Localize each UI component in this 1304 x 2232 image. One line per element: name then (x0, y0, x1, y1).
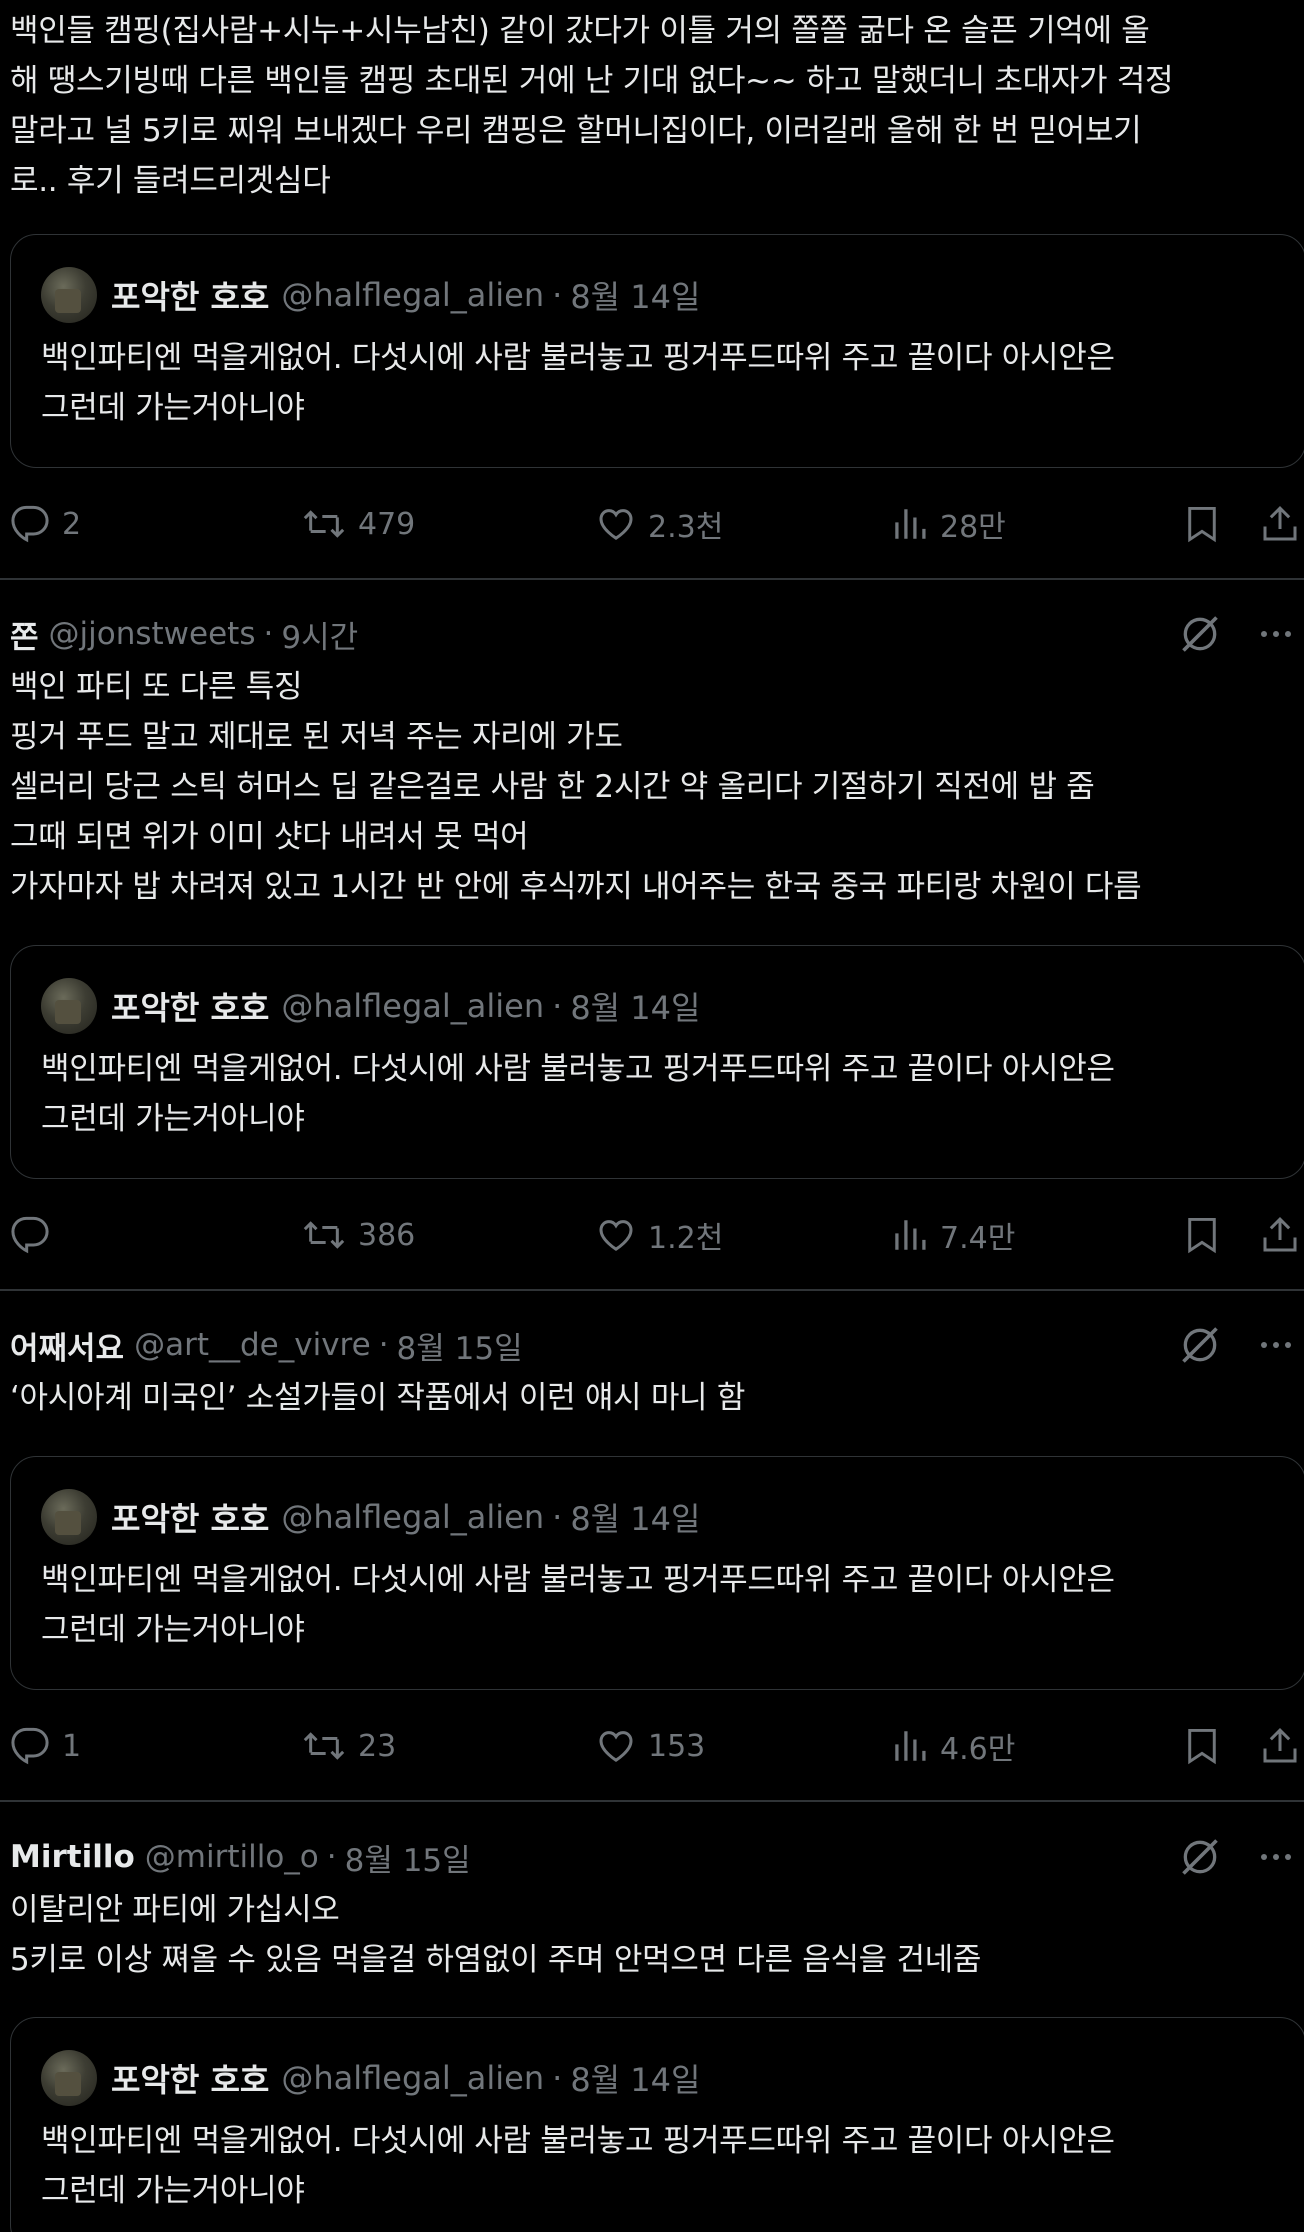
reply-icon (10, 504, 50, 544)
quoted-post[interactable]: 포악한 호호 @halflegal_alien · 8월 14일 백인파티엔 먹… (10, 234, 1304, 468)
post-text: 백인 파티 또 다른 특징 핑거 푸드 말고 제대로 된 저녁 주는 자리에 가… (10, 669, 1142, 905)
quoted-post[interactable]: 포악한 호호 @halflegal_alien · 8월 14일 백인파티엔 먹… (10, 945, 1304, 1179)
repost-button[interactable]: 479 (302, 494, 415, 554)
reply-button[interactable]: 1 (10, 1716, 81, 1776)
repost-button[interactable]: 386 (302, 1205, 415, 1265)
quoted-timestamp[interactable]: 8월 14일 (570, 983, 700, 1029)
reply-icon (10, 1215, 50, 1255)
more-icon[interactable] (1258, 614, 1294, 654)
avatar[interactable] (41, 978, 97, 1034)
quoted-text: 백인파티엔 먹을게없어. 다섯시에 사람 불러놓고 핑거푸드따위 주고 끝이다 … (41, 2123, 1115, 2209)
quoted-author-handle[interactable]: @halflegal_alien (281, 987, 544, 1025)
more-icon[interactable] (1258, 1837, 1294, 1877)
share-button[interactable] (1260, 1205, 1300, 1265)
bookmark-icon (1184, 504, 1220, 544)
views-button[interactable]: 28만 (892, 494, 1006, 554)
like-icon (596, 1726, 636, 1766)
author-handle[interactable]: @jjonstweets (49, 616, 256, 652)
retweet-icon (302, 504, 346, 544)
post-header: Mirtillo @mirtillo_o · 8월 15일 (10, 1832, 1294, 1882)
quoted-author-name[interactable]: 포악한 호호 (111, 272, 269, 318)
share-icon (1260, 1726, 1300, 1766)
share-button[interactable] (1260, 1716, 1300, 1776)
quoted-timestamp[interactable]: 8월 14일 (570, 2055, 700, 2101)
post-header: 쫀 @jjonstweets · 9시간 (10, 609, 1294, 659)
author-handle[interactable]: @art__de_vivre (134, 1327, 371, 1363)
quoted-post[interactable]: 포악한 호호 @halflegal_alien · 8월 14일 백인파티엔 먹… (10, 2017, 1304, 2232)
timestamp[interactable]: 8월 15일 (397, 1323, 523, 1368)
action-bar: 386 1.2천 7.4만 (0, 1205, 1304, 1265)
action-bar: 2 479 2.3천 28만 (0, 494, 1304, 554)
post-text: 백인들 캠핑(집사람+시누+시누남친) 같이 갔다가 이틀 거의 쫄쫄 굶다 온… (10, 13, 1174, 199)
like-count: 2.3천 (648, 510, 724, 545)
quoted-timestamp[interactable]: 8월 14일 (570, 1494, 700, 1540)
quoted-author-name[interactable]: 포악한 호호 (111, 983, 269, 1029)
bookmark-button[interactable] (1184, 1205, 1220, 1265)
like-icon (596, 504, 636, 544)
share-icon (1260, 504, 1300, 544)
repost-count: 386 (358, 1217, 416, 1253)
divider (0, 1800, 1304, 1802)
quoted-timestamp[interactable]: 8월 14일 (570, 272, 700, 318)
quoted-post[interactable]: 포악한 호호 @halflegal_alien · 8월 14일 백인파티엔 먹… (10, 1456, 1304, 1690)
bookmark-icon (1184, 1215, 1220, 1255)
reply-count: 2 (62, 506, 82, 542)
reply-count: 1 (62, 1728, 82, 1764)
views-icon (892, 1726, 928, 1766)
author-name[interactable]: Mirtillo (10, 1839, 135, 1875)
views-count: 7.4만 (940, 1221, 1016, 1256)
bookmark-button[interactable] (1184, 1716, 1220, 1776)
more-icon[interactable] (1258, 1325, 1294, 1365)
avatar[interactable] (41, 2050, 97, 2106)
grok-icon[interactable] (1178, 1323, 1222, 1367)
quoted-author-handle[interactable]: @halflegal_alien (281, 276, 544, 314)
avatar[interactable] (41, 1489, 97, 1545)
bookmark-button[interactable] (1184, 494, 1220, 554)
views-icon (892, 504, 928, 544)
repost-count: 23 (358, 1728, 397, 1764)
divider (0, 578, 1304, 580)
like-count: 1.2천 (648, 1221, 724, 1256)
grok-icon[interactable] (1178, 612, 1222, 656)
post-text: 이탈리안 파티에 가십시오 5키로 이상 쪄올 수 있음 먹을걸 하염없이 주며… (10, 1892, 982, 1978)
post-header: 어째서요 @art__de_vivre · 8월 15일 (10, 1320, 1294, 1370)
share-icon (1260, 1215, 1300, 1255)
quoted-text: 백인파티엔 먹을게없어. 다섯시에 사람 불러놓고 핑거푸드따위 주고 끝이다 … (41, 1051, 1115, 1137)
repost-count: 479 (358, 506, 416, 542)
quoted-text: 백인파티엔 먹을게없어. 다섯시에 사람 불러놓고 핑거푸드따위 주고 끝이다 … (41, 340, 1115, 426)
author-handle[interactable]: @mirtillo_o (145, 1839, 319, 1875)
post-text: ‘아시아계 미국인’ 소설가들이 작품에서 이런 얘시 마니 함 (10, 1380, 746, 1416)
views-button[interactable]: 7.4만 (892, 1205, 1015, 1265)
like-button[interactable]: 153 (596, 1716, 705, 1776)
views-count: 4.6만 (940, 1732, 1016, 1767)
author-name[interactable]: 쫀 (10, 612, 39, 657)
like-button[interactable]: 1.2천 (596, 1205, 723, 1265)
share-button[interactable] (1260, 494, 1300, 554)
quoted-author-name[interactable]: 포악한 호호 (111, 2055, 269, 2101)
divider (0, 1289, 1304, 1291)
timestamp[interactable]: 8월 15일 (345, 1835, 471, 1880)
quoted-author-name[interactable]: 포악한 호호 (111, 1494, 269, 1540)
reply-icon (10, 1726, 50, 1766)
retweet-icon (302, 1726, 346, 1766)
bookmark-icon (1184, 1726, 1220, 1766)
views-icon (892, 1215, 928, 1255)
retweet-icon (302, 1215, 346, 1255)
reply-button[interactable]: 2 (10, 494, 81, 554)
quoted-author-handle[interactable]: @halflegal_alien (281, 2059, 544, 2097)
views-button[interactable]: 4.6만 (892, 1716, 1015, 1776)
like-button[interactable]: 2.3천 (596, 494, 723, 554)
grok-icon[interactable] (1178, 1835, 1222, 1879)
like-icon (596, 1215, 636, 1255)
like-count: 153 (648, 1728, 706, 1764)
reply-button[interactable] (10, 1205, 62, 1265)
views-count: 28만 (940, 510, 1006, 545)
avatar[interactable] (41, 267, 97, 323)
author-name[interactable]: 어째서요 (10, 1323, 124, 1368)
quoted-text: 백인파티엔 먹을게없어. 다섯시에 사람 불러놓고 핑거푸드따위 주고 끝이다 … (41, 1562, 1115, 1648)
timestamp[interactable]: 9시간 (281, 612, 358, 657)
action-bar: 1 23 153 4.6만 (0, 1716, 1304, 1776)
repost-button[interactable]: 23 (302, 1716, 396, 1776)
quoted-author-handle[interactable]: @halflegal_alien (281, 1498, 544, 1536)
